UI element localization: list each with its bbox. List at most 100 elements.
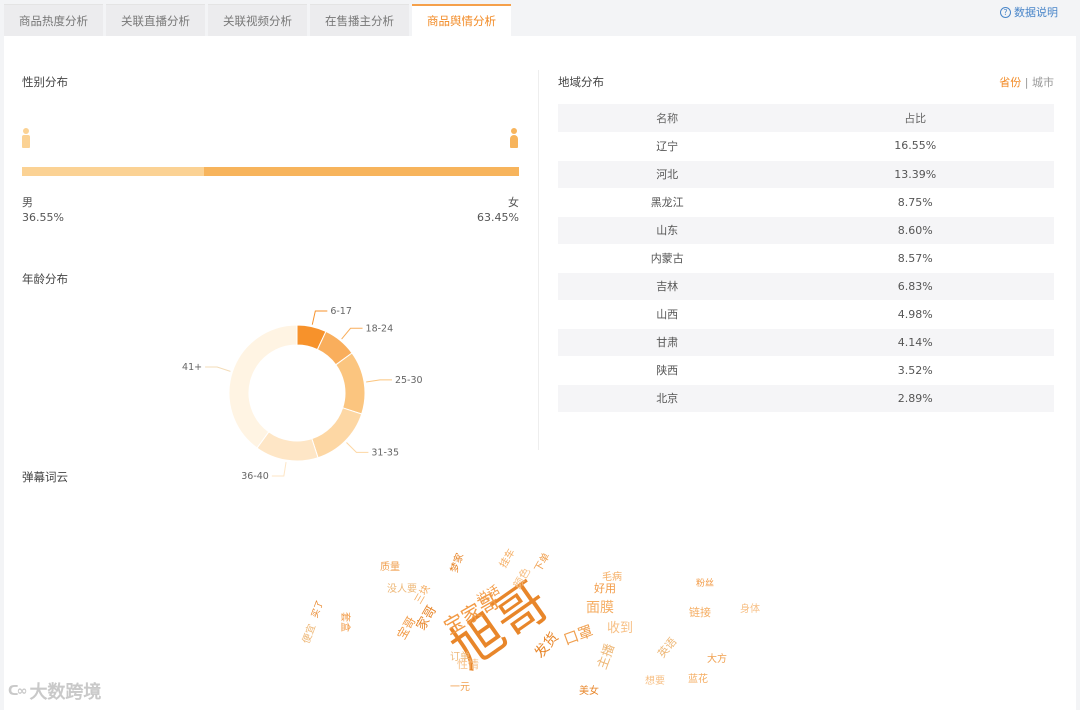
region-share-cell: 16.55% xyxy=(776,132,1054,161)
cloud-word: 没人要 xyxy=(387,583,417,595)
col-share-header: 占比 xyxy=(776,104,1054,132)
age-title: 年龄分布 xyxy=(22,272,68,286)
cloud-word: 身体 xyxy=(740,602,760,615)
cloud-word: 收到 xyxy=(607,621,633,636)
region-name-cell: 山西 xyxy=(558,300,777,329)
region-share-cell: 4.14% xyxy=(776,328,1054,357)
donut-label: 41+ xyxy=(182,362,202,373)
region-share-cell: 13.39% xyxy=(776,160,1054,189)
region-toggle: 省份 | 城市 xyxy=(999,74,1054,90)
cloud-word: 毛病 xyxy=(602,570,622,583)
region-share-cell: 8.75% xyxy=(776,188,1054,217)
watermark: ᑕ∞ 大数跨境 xyxy=(8,678,101,704)
cloud-word: 英语 xyxy=(655,635,680,661)
toggle-city[interactable]: 城市 xyxy=(1032,76,1054,89)
col-name-header: 名称 xyxy=(558,104,777,132)
cloud-word: 一元 xyxy=(450,682,470,693)
age-donut-chart: 6-17 18-24 25-30 31-35 36-40 41+ xyxy=(174,291,434,491)
watermark-logo-icon: ᑕ∞ xyxy=(8,683,27,699)
tab-product-heat[interactable]: 商品热度分析 xyxy=(4,4,103,36)
donut-label: 25-30 xyxy=(395,375,423,386)
region-name-cell: 辽宁 xyxy=(558,132,777,161)
tab-sentiment[interactable]: 商品舆情分析 xyxy=(412,4,511,36)
donut-label: 36-40 xyxy=(241,471,269,482)
cloud-word: 套盒 xyxy=(339,612,352,632)
region-name-cell: 黑龙江 xyxy=(558,188,777,217)
cloud-word: 质量 xyxy=(380,561,400,573)
male-label: 男 xyxy=(22,196,33,209)
female-icon xyxy=(510,128,518,148)
male-legend: 男 36.55% xyxy=(22,195,64,225)
region-table: 名称 占比 辽宁 16.55% 河北 13.39% 黑龙江 8.75% 山东 8.60% 内蒙古… xyxy=(558,104,1054,413)
female-label: 女 xyxy=(508,196,519,209)
cloud-word: 面膜 xyxy=(586,600,614,616)
donut-label: 6-17 xyxy=(330,306,352,317)
male-pct: 36.55% xyxy=(22,211,64,224)
cloud-word: 美女 xyxy=(579,684,599,697)
region-share-cell: 4.98% xyxy=(776,300,1054,329)
region-name-cell: 山东 xyxy=(558,216,777,245)
analysis-tabs: 商品热度分析 关联直播分析 关联视频分析 在售播主分析 商品舆情分析 xyxy=(4,4,514,36)
donut-label: 18-24 xyxy=(366,323,394,334)
region-name-cell: 陕西 xyxy=(558,356,777,385)
app-root: 商品热度分析 关联直播分析 关联视频分析 在售播主分析 商品舆情分析 ? 数据说… xyxy=(0,0,1080,710)
cloud-word: 下单 xyxy=(532,551,552,574)
cloud-word: 好用 xyxy=(594,581,616,595)
donut-slice-25-30[interactable] xyxy=(335,352,366,415)
danmu-word-cloud: 旭哥 宝家哥 面膜 收到 口罩 主播 发货 好用 毛病 性情 一元 英语 家哥 宝哥 链接 身体 质量 没人要 梦家… xyxy=(280,540,800,710)
tab-related-video[interactable]: 关联视频分析 xyxy=(208,4,307,36)
gender-bar-male-fill xyxy=(22,167,204,176)
cloud-word: 买了 xyxy=(309,599,325,620)
male-icon xyxy=(22,128,30,148)
toggle-separator: | xyxy=(1024,76,1029,89)
question-icon: ? xyxy=(1000,6,1011,18)
gender-bar xyxy=(22,167,519,176)
region-share-cell: 2.89% xyxy=(776,384,1054,413)
region-share-cell: 8.57% xyxy=(776,244,1054,273)
watermark-text: 大数跨境 xyxy=(29,682,102,703)
region-share-cell: 3.52% xyxy=(776,356,1054,385)
table-row: 山东 8.60% xyxy=(558,216,1054,245)
cloud-title: 弹幕词云 xyxy=(22,470,68,484)
donut-leader-line xyxy=(271,462,287,477)
help-label: 数据说明 xyxy=(1014,6,1058,19)
cloud-word: 链接 xyxy=(689,605,711,619)
table-row: 山西 4.98% xyxy=(558,300,1054,329)
table-header-row: 名称 占比 xyxy=(558,104,1054,132)
region-name-cell: 甘肃 xyxy=(558,328,777,357)
cloud-word: 蓝花 xyxy=(688,672,708,685)
toggle-province[interactable]: 省份 xyxy=(999,76,1021,89)
table-row: 内蒙古 8.57% xyxy=(558,244,1054,273)
donut-leader-line xyxy=(341,327,363,340)
table-row: 河北 13.39% xyxy=(558,160,1054,189)
donut-label: 31-35 xyxy=(371,447,399,458)
donut-leader-line xyxy=(346,442,369,453)
help-link[interactable]: ? 数据说明 xyxy=(1000,4,1058,20)
cloud-word: 主播 xyxy=(595,642,618,672)
cloud-word: 便宜 xyxy=(299,622,318,645)
cloud-word: 想要 xyxy=(645,674,665,687)
female-legend: 女 63.45% xyxy=(477,195,519,225)
region-share-cell: 8.60% xyxy=(776,216,1054,245)
table-row: 黑龙江 8.75% xyxy=(558,188,1054,217)
cloud-word: 口罩 xyxy=(561,622,595,649)
cloud-word: 挂车 xyxy=(496,546,517,570)
region-name-cell: 吉林 xyxy=(558,272,777,301)
tab-sellers[interactable]: 在售播主分析 xyxy=(310,4,409,36)
table-row: 甘肃 4.14% xyxy=(558,328,1054,357)
cloud-word: 家哥 xyxy=(413,603,440,634)
table-row: 吉林 6.83% xyxy=(558,272,1054,301)
cloud-word: 订单 xyxy=(450,651,470,663)
region-share-cell: 6.83% xyxy=(776,272,1054,301)
donut-leader-line xyxy=(311,310,328,325)
tab-related-live[interactable]: 关联直播分析 xyxy=(106,4,205,36)
table-row: 北京 2.89% xyxy=(558,384,1054,413)
donut-slice-41+[interactable] xyxy=(228,324,298,449)
region-name-cell: 北京 xyxy=(558,384,777,413)
table-row: 辽宁 16.55% xyxy=(558,132,1054,161)
cloud-word: 宝哥 xyxy=(394,614,418,642)
cloud-word: 梦家 xyxy=(447,551,466,574)
donut-leader-line xyxy=(205,366,231,372)
female-pct: 63.45% xyxy=(477,211,519,224)
cloud-word: 粉丝 xyxy=(696,577,714,589)
